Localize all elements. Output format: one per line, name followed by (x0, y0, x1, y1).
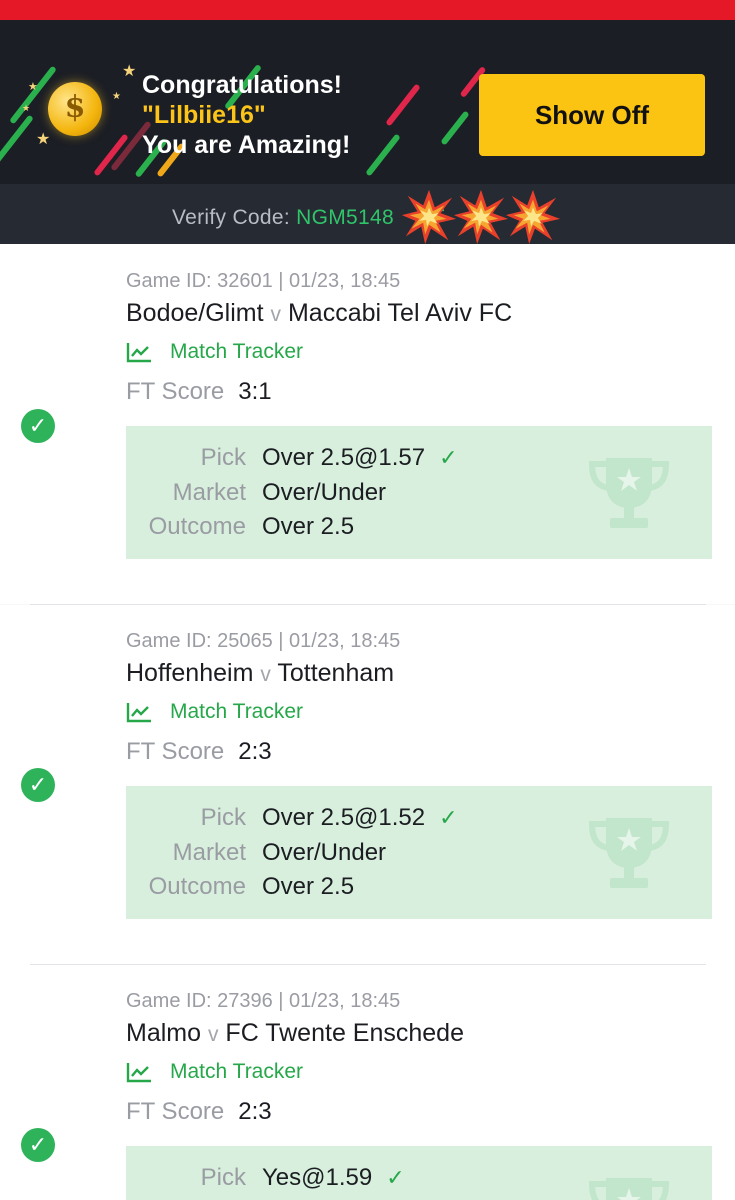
ft-score-value: 3:1 (238, 378, 272, 405)
versus: v (207, 1023, 219, 1046)
checkmark-icon: ✓ (439, 805, 458, 830)
chart-line-icon (126, 1063, 151, 1083)
chart-line-icon (126, 343, 151, 363)
pick-label: Pick (200, 444, 246, 471)
away-team: Maccabi Tel Aviv FC (287, 299, 513, 327)
trophy-icon (588, 818, 670, 888)
confetti-streak (385, 83, 421, 127)
pick-details: Pick Over 2.5@1.52 ✓ Market Over/Under Ou… (126, 786, 712, 919)
show-off-button[interactable]: Show Off (479, 74, 705, 156)
check-circle-icon: ✓ (21, 768, 55, 802)
confetti-streak (365, 133, 401, 177)
match-tracker-label: Match Tracker (170, 700, 304, 723)
username: "Lilbiie16" (142, 101, 266, 129)
market-value: Over/Under (262, 479, 387, 506)
ft-score-value: 2:3 (238, 738, 272, 765)
top-status-bar (0, 0, 735, 20)
ft-score-label: FT Score (126, 1098, 225, 1125)
outcome-label: Outcome (148, 513, 246, 540)
ft-score-label: FT Score (126, 378, 225, 405)
ft-score-value: 2:3 (238, 1098, 272, 1125)
chart-line-icon (126, 703, 151, 723)
match-tracker-label: Match Tracker (170, 340, 304, 363)
outcome-value: Over 2.5 (262, 873, 355, 900)
checkmark-icon: ✓ (386, 1165, 405, 1190)
market-value: Over/Under (262, 839, 387, 866)
confetti-streak (440, 110, 470, 146)
explosion-icon (453, 189, 509, 245)
ft-score-label: FT Score (126, 738, 225, 765)
pick-value: Over 2.5@1.57 ✓ (262, 444, 458, 471)
versus: v (260, 663, 271, 686)
home-team: Hoffenheim (126, 659, 254, 687)
pick-details: Pick Over 2.5@1.57 ✓ Market Over/Under Ou… (126, 426, 712, 559)
outcome-value: Over 2.5 (262, 513, 355, 540)
check-circle-icon: ✓ (21, 409, 55, 443)
verify-code-value[interactable]: NGM5148 (296, 206, 394, 229)
versus: v (270, 303, 282, 326)
explosion-icon (401, 189, 457, 245)
ft-score: FT Score 3:1 (126, 378, 272, 406)
home-team: Malmo (126, 1019, 202, 1047)
away-team: Tottenham (277, 659, 395, 687)
pick-details: Pick Yes@1.59 ✓ (126, 1146, 712, 1200)
trophy-icon (588, 458, 670, 528)
match-teams: Malmo v FC Twente Enschede (126, 1019, 464, 1048)
market-label: Market (172, 479, 246, 506)
congrats-subtitle: You are Amazing! (142, 131, 351, 159)
sparkle-star-icon: ★ (22, 103, 31, 113)
outcome-label: Outcome (148, 873, 246, 900)
explosion-icon (505, 189, 561, 245)
ft-score: FT Score 2:3 (126, 738, 272, 766)
sparkle-star-icon: ★ (28, 81, 38, 93)
congrats-text: Congratulations! "Lilbiie16" You are Ama… (142, 70, 350, 160)
verify-code-label: Verify Code: (172, 206, 290, 229)
sparkle-star-icon: ★ (112, 91, 121, 102)
congrats-title: Congratulations! (142, 71, 342, 99)
match-tracker-link[interactable]: Match Tracker (126, 700, 303, 724)
check-circle-icon: ✓ (21, 1128, 55, 1162)
market-label: Market (172, 839, 246, 866)
home-team: Bodoe/Glimt (126, 299, 264, 327)
checkmark-icon: ✓ (439, 445, 458, 470)
match-tracker-link[interactable]: Match Tracker (126, 1060, 303, 1084)
pick-value: Yes@1.59 ✓ (262, 1164, 405, 1191)
pick-value: Over 2.5@1.52 ✓ (262, 804, 458, 831)
game-id: Game ID: 25065 | 01/23, 18:45 (126, 630, 401, 652)
game-id: Game ID: 27396 | 01/23, 18:45 (126, 990, 401, 1012)
confetti-streak (0, 114, 34, 166)
trophy-icon (588, 1178, 670, 1200)
ft-score: FT Score 2:3 (126, 1098, 272, 1126)
match-teams: Hoffenheim v Tottenham (126, 659, 394, 688)
game-id: Game ID: 32601 | 01/23, 18:45 (126, 270, 401, 292)
match-tracker-label: Match Tracker (170, 1060, 304, 1083)
match-teams: Bodoe/Glimt v Maccabi Tel Aviv FC (126, 299, 512, 328)
pick-label: Pick (200, 1164, 246, 1191)
sparkle-star-icon: ★ (36, 131, 51, 148)
match-tracker-link[interactable]: Match Tracker (126, 340, 303, 364)
pick-label: Pick (200, 804, 246, 831)
away-team: FC Twente Enschede (225, 1019, 464, 1047)
sparkle-star-icon: ★ (122, 63, 137, 80)
coin-icon: $ (48, 82, 102, 136)
